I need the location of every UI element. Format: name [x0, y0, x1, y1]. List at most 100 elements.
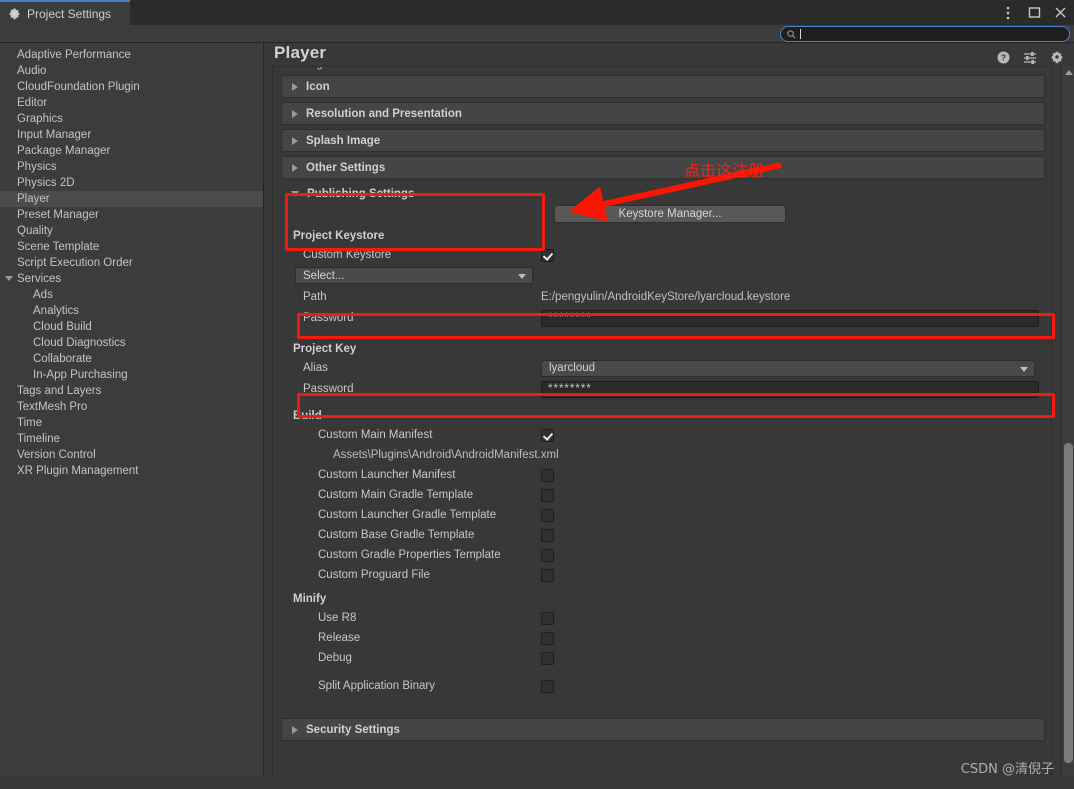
build-row-checkbox[interactable]: [541, 488, 554, 502]
sidebar-item-label: Cloud Diagnostics: [33, 337, 126, 349]
build-row-checkbox[interactable]: [541, 528, 554, 542]
sidebar-item-physics-2d[interactable]: Physics 2D: [0, 175, 263, 191]
foldout-icon[interactable]: Icon: [281, 75, 1045, 98]
sidebar-item-cloudfoundation-plugin[interactable]: CloudFoundation Plugin: [0, 79, 263, 95]
build-row: Custom Gradle Properties Template: [281, 545, 1045, 565]
sidebar-item-scene-template[interactable]: Scene Template: [0, 239, 263, 255]
build-row-checkbox[interactable]: [541, 548, 554, 562]
keystore-password-field[interactable]: ********: [541, 309, 1039, 327]
sidebar-item-timeline[interactable]: Timeline: [0, 431, 263, 447]
sidebar-item-player[interactable]: Player: [0, 191, 263, 207]
sidebar-item-label: Collaborate: [33, 353, 92, 365]
sidebar-item-label: Player: [17, 193, 50, 205]
sidebar-item-label: In-App Purchasing: [33, 369, 128, 381]
keystore-manager-button[interactable]: Keystore Manager...: [554, 205, 786, 223]
minify-row-checkbox[interactable]: [541, 611, 554, 625]
settings-sidebar[interactable]: Adaptive Performance Audio CloudFoundation…: [0, 43, 264, 789]
keystore-select-dropdown[interactable]: Select...: [295, 267, 533, 284]
minify-row-label: Use R8: [318, 612, 357, 624]
build-row-label: Custom Main Manifest: [318, 429, 433, 441]
sidebar-item-cloud-build[interactable]: Cloud Build: [0, 319, 263, 335]
bottom-strip: [0, 777, 1074, 789]
sidebar-item-input-manager[interactable]: Input Manager: [0, 127, 263, 143]
sidebar-item-label: Physics: [17, 161, 57, 173]
build-row-label: Custom Proguard File: [318, 569, 430, 581]
search-input[interactable]: [805, 27, 1063, 41]
sidebar-item-audio[interactable]: Audio: [0, 63, 263, 79]
chevron-right-icon: [292, 82, 298, 91]
tab-project-settings[interactable]: Project Settings: [0, 0, 130, 25]
sidebar-item-analytics[interactable]: Analytics: [0, 303, 263, 319]
chevron-down-icon: [1020, 366, 1028, 372]
sidebar-item-editor[interactable]: Editor: [0, 95, 263, 111]
manifest-path-row: Assets\Plugins\Android\AndroidManifest.x…: [281, 445, 1045, 465]
sidebar-item-adaptive-performance[interactable]: Adaptive Performance: [0, 47, 263, 63]
keystore-path-row: Path E:/pengyulin/AndroidKeyStore/lyarcl…: [281, 287, 1045, 307]
keystore-password-label: Password: [303, 312, 354, 324]
build-row-label: Custom Launcher Gradle Template: [318, 509, 497, 521]
custom-keystore-row: Custom Keystore: [281, 245, 1045, 265]
scroll-up-arrow-icon[interactable]: [1065, 70, 1073, 75]
sidebar-item-in-app-purchasing[interactable]: In-App Purchasing: [0, 367, 263, 383]
sidebar-item-label: Audio: [17, 65, 47, 77]
content-header: Player ?: [264, 43, 1074, 66]
key-password-field[interactable]: ********: [541, 380, 1039, 398]
platform-settings-label: Settings for Android: [273, 67, 1051, 75]
keystore-manager-row: Keystore Manager...: [281, 205, 1045, 223]
sidebar-item-label: Quality: [17, 225, 53, 237]
foldout-label: Splash Image: [306, 134, 381, 147]
tab-label: Project Settings: [27, 6, 112, 21]
project-keystore-title: Project Keystore: [293, 230, 385, 242]
maximize-icon[interactable]: [1026, 5, 1042, 21]
sidebar-item-preset-manager[interactable]: Preset Manager: [0, 207, 263, 223]
sidebar-item-physics[interactable]: Physics: [0, 159, 263, 175]
scroll-thumb[interactable]: [1064, 443, 1073, 763]
build-row-label: Custom Gradle Properties Template: [318, 549, 501, 561]
minify-rows: Use R8 Release Debug: [281, 608, 1045, 668]
keystore-path-label: Path: [303, 291, 327, 303]
sidebar-item-cloud-diagnostics[interactable]: Cloud Diagnostics: [0, 335, 263, 351]
sidebar-item-label: Time: [17, 417, 43, 429]
content-vertical-scrollbar[interactable]: [1061, 66, 1074, 789]
watermark: CSDN @清倪子: [960, 762, 1054, 777]
manifest-path-value: Assets\Plugins\Android\AndroidManifest.x…: [333, 449, 559, 461]
foldout-resolution-and-presentation[interactable]: Resolution and Presentation: [281, 102, 1045, 125]
key-alias-label: Alias: [303, 362, 328, 374]
sidebar-item-version-control[interactable]: Version Control: [0, 447, 263, 463]
chevron-down-icon[interactable]: [5, 276, 13, 281]
sidebar-item-label: XR Plugin Management: [17, 465, 139, 477]
build-row-checkbox[interactable]: [541, 428, 554, 442]
minify-row-label: Debug: [318, 652, 352, 664]
minify-row-checkbox[interactable]: [541, 631, 554, 645]
sidebar-item-script-execution-order[interactable]: Script Execution Order: [0, 255, 263, 271]
search-box[interactable]: [780, 26, 1070, 42]
security-settings-foldout[interactable]: Security Settings: [281, 718, 1045, 741]
custom-keystore-checkbox[interactable]: [541, 248, 554, 262]
sidebar-item-textmesh-pro[interactable]: TextMesh Pro: [0, 399, 263, 415]
build-row-checkbox[interactable]: [541, 468, 554, 482]
sidebar-item-xr-plugin-management[interactable]: XR Plugin Management: [0, 463, 263, 479]
build-rows: Custom Main Manifest Assets\Plugins\Andro…: [281, 425, 1045, 585]
sidebar-item-graphics[interactable]: Graphics: [0, 111, 263, 127]
minify-row-checkbox[interactable]: [541, 651, 554, 665]
foldout-splash-image[interactable]: Splash Image: [281, 129, 1045, 152]
search-icon: [787, 29, 796, 39]
more-options-icon[interactable]: [1000, 5, 1016, 21]
publishing-settings-foldout[interactable]: Publishing Settings: [281, 183, 1045, 205]
sidebar-item-time[interactable]: Time: [0, 415, 263, 431]
sidebar-item-collaborate[interactable]: Collaborate: [0, 351, 263, 367]
sidebar-item-quality[interactable]: Quality: [0, 223, 263, 239]
sidebar-item-label: Cloud Build: [33, 321, 92, 333]
split-application-binary-checkbox[interactable]: [541, 679, 554, 693]
chevron-right-icon: [292, 163, 298, 172]
build-row-checkbox[interactable]: [541, 568, 554, 582]
build-row: Custom Main Gradle Template: [281, 485, 1045, 505]
sidebar-item-services[interactable]: Services: [0, 271, 263, 287]
sidebar-item-package-manager[interactable]: Package Manager: [0, 143, 263, 159]
build-row-checkbox[interactable]: [541, 508, 554, 522]
foldout-other-settings[interactable]: Other Settings: [281, 156, 1045, 179]
close-icon[interactable]: [1052, 5, 1068, 21]
key-alias-dropdown[interactable]: lyarcloud: [541, 359, 1035, 377]
sidebar-item-ads[interactable]: Ads: [0, 287, 263, 303]
sidebar-item-tags-and-layers[interactable]: Tags and Layers: [0, 383, 263, 399]
